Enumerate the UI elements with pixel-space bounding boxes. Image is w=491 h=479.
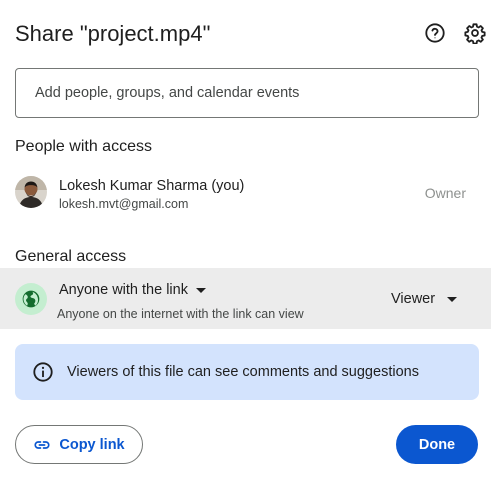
- info-text: Viewers of this file can see comments an…: [67, 364, 419, 380]
- copy-link-button[interactable]: Copy link: [15, 425, 143, 464]
- caret-down-icon: [447, 296, 458, 302]
- share-dialog: Share "project.mp4" People with access: [0, 0, 491, 479]
- link-icon: [34, 440, 50, 449]
- gear-icon[interactable]: [464, 22, 486, 44]
- person-email: lokesh.mvt@gmail.com: [59, 197, 189, 211]
- person-name: Lokesh Kumar Sharma (you): [59, 178, 245, 194]
- info-icon: [33, 362, 53, 382]
- done-label: Done: [418, 436, 456, 453]
- general-access-option: Anyone with the link: [59, 282, 188, 298]
- person-role: Owner: [424, 185, 466, 201]
- globe-icon: [15, 283, 47, 315]
- person-row[interactable]: Lokesh Kumar Sharma (you) lokesh.mvt@gma…: [15, 176, 476, 212]
- general-access-description: Anyone on the internet with the link can…: [57, 307, 304, 321]
- done-button[interactable]: Done: [396, 425, 478, 464]
- info-banner: Viewers of this file can see comments an…: [15, 344, 479, 400]
- general-access-row: Anyone with the link Anyone on the inter…: [0, 268, 491, 329]
- role-label: Viewer: [391, 291, 436, 307]
- avatar: [15, 176, 47, 208]
- help-icon[interactable]: [424, 22, 446, 44]
- general-access-dropdown[interactable]: Anyone with the link: [59, 281, 206, 299]
- caret-down-icon: [195, 287, 206, 293]
- general-access-heading: General access: [15, 248, 127, 265]
- add-people-input[interactable]: [15, 68, 479, 118]
- role-dropdown[interactable]: Viewer: [391, 290, 458, 308]
- people-with-access-heading: People with access: [15, 138, 152, 155]
- copy-link-label: Copy link: [59, 436, 125, 453]
- dialog-title: Share "project.mp4": [15, 21, 211, 46]
